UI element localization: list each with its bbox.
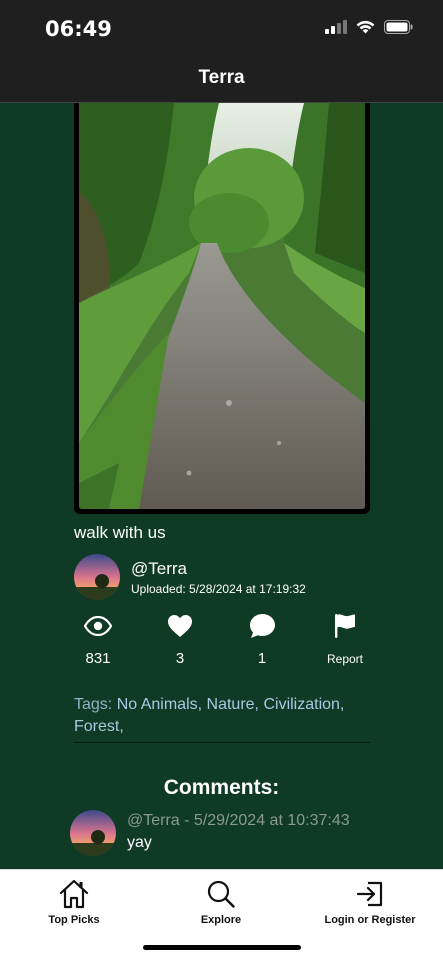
- forest-path-photo[interactable]: [79, 103, 365, 509]
- tab-bar: Top Picks Explore Login or Register: [0, 869, 443, 959]
- nav-title: Terra: [198, 67, 245, 88]
- author-row[interactable]: @Terra Uploaded: 5/28/2024 at 17:19:32: [74, 554, 306, 600]
- home-icon[interactable]: [59, 879, 89, 909]
- tag-link[interactable]: Forest,: [74, 718, 124, 735]
- comments-heading: Comments:: [163, 776, 280, 799]
- search-icon[interactable]: [206, 879, 236, 909]
- tab-label: Top Picks: [48, 914, 100, 926]
- nav-bar: Terra: [0, 56, 443, 103]
- tag-link[interactable]: No Animals,: [117, 696, 202, 713]
- tab-login-register[interactable]: Login or Register: [316, 878, 424, 926]
- tab-label: Explore: [200, 914, 242, 926]
- tags-label: Tags:: [74, 696, 113, 713]
- likes-count: 3: [175, 650, 185, 667]
- upload-timestamp: Uploaded: 5/28/2024 at 17:19:32: [131, 581, 306, 596]
- views-stat: 831: [68, 613, 128, 667]
- eye-icon: [84, 616, 112, 636]
- wifi-icon: [356, 20, 375, 34]
- post-caption: walk with us: [74, 523, 166, 542]
- battery-icon: [384, 20, 413, 34]
- tab-label: Login or Register: [324, 914, 416, 926]
- author-avatar[interactable]: [74, 554, 120, 600]
- post-content[interactable]: walk with us @Terra Uploaded: 5/28/2024 …: [0, 103, 443, 869]
- commenter-avatar[interactable]: [70, 810, 116, 856]
- tag-link[interactable]: Civilization,: [263, 696, 344, 713]
- signal-icon: [325, 20, 347, 34]
- status-time: 06:49: [45, 17, 112, 41]
- report-button[interactable]: Report: [315, 613, 375, 666]
- status-icons: [325, 20, 413, 34]
- tags-divider: [74, 742, 370, 743]
- author-handle[interactable]: @Terra: [131, 559, 306, 579]
- flag-icon[interactable]: [333, 613, 357, 639]
- comment-button[interactable]: 1: [232, 613, 292, 667]
- post-photo-frame[interactable]: [74, 103, 370, 514]
- comment-text: yay: [127, 834, 152, 851]
- login-icon[interactable]: [355, 879, 385, 909]
- tab-top-picks[interactable]: Top Picks: [38, 878, 110, 926]
- comment-bubble-icon[interactable]: [249, 613, 276, 639]
- report-label: Report: [326, 652, 364, 666]
- views-count: 831: [85, 650, 111, 667]
- comment-item: @Terra - 5/29/2024 at 10:37:43 yay: [70, 810, 400, 856]
- comment-meta: @Terra - 5/29/2024 at 10:37:43: [127, 812, 350, 829]
- home-indicator: [143, 945, 301, 950]
- tag-link[interactable]: Nature,: [207, 696, 259, 713]
- like-button[interactable]: 3: [150, 613, 210, 667]
- heart-icon[interactable]: [167, 614, 193, 638]
- tab-explore[interactable]: Explore: [186, 878, 256, 926]
- status-bar: 06:49: [0, 0, 443, 56]
- tags-section: Tags: No Animals, Nature, Civilization, …: [74, 694, 370, 738]
- comments-count: 1: [257, 650, 267, 667]
